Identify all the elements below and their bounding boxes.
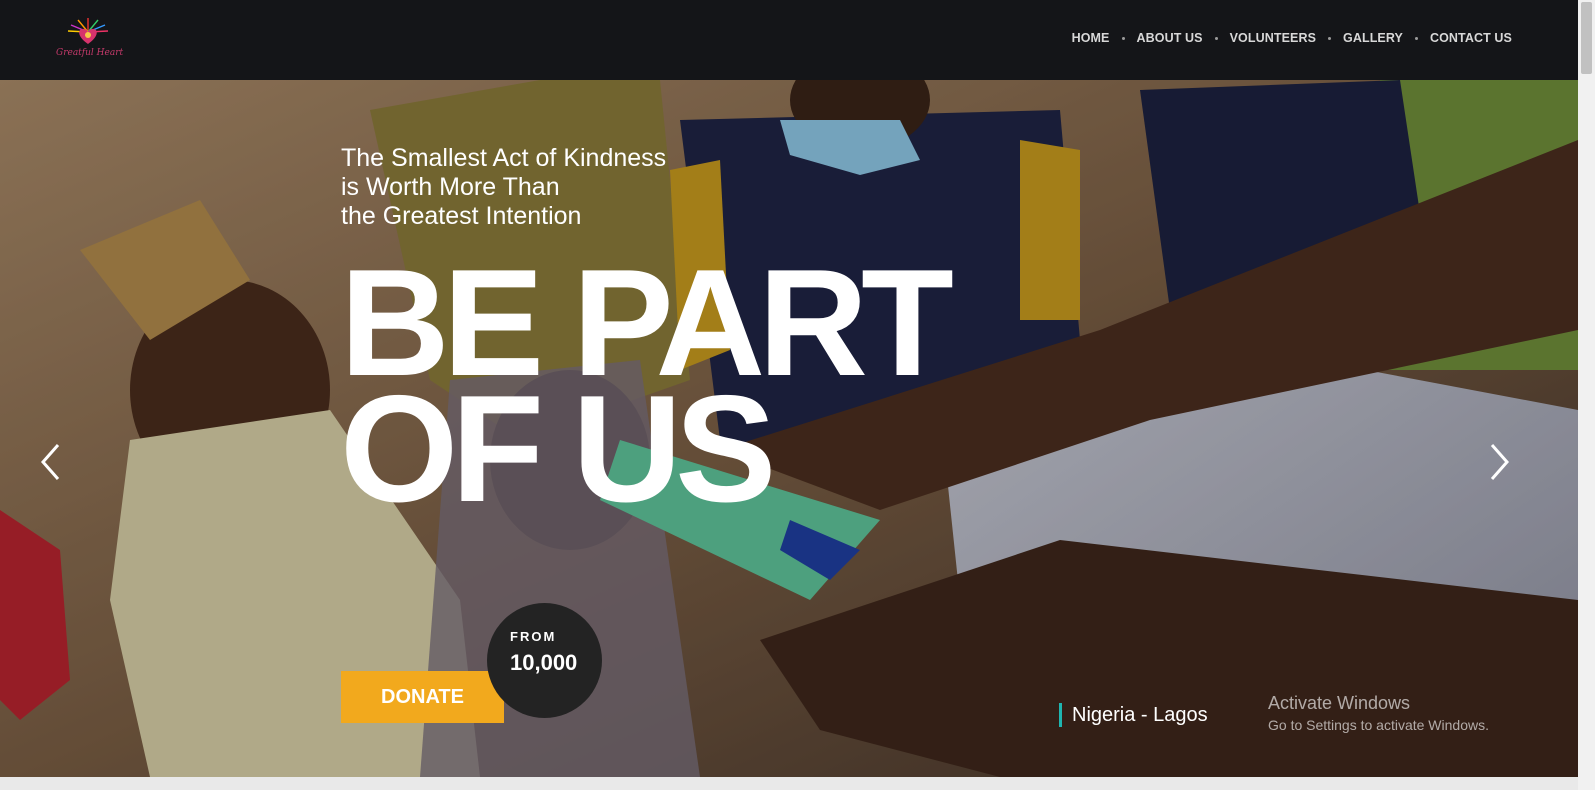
location-label: Nigeria - Lagos xyxy=(1059,703,1208,727)
slider-next-arrow[interactable] xyxy=(1486,442,1512,482)
vertical-scrollbar[interactable] xyxy=(1578,0,1595,790)
nav-separator xyxy=(1328,36,1332,40)
hero-headline: BE PART OF US xyxy=(340,247,954,525)
price-value: 10,000 xyxy=(510,650,578,675)
windows-activation-watermark: Activate Windows Go to Settings to activ… xyxy=(1268,692,1489,735)
nav-separator xyxy=(1214,36,1218,40)
donate-button[interactable]: DONATE xyxy=(341,671,504,723)
scrollbar-thumb[interactable] xyxy=(1581,2,1592,74)
nav-contact-us[interactable]: CONTACT US xyxy=(1430,31,1512,45)
activation-subtitle: Go to Settings to activate Windows. xyxy=(1268,717,1489,733)
hero-tagline: The Smallest Act of Kindness is Worth Mo… xyxy=(341,144,761,231)
chevron-right-icon xyxy=(1490,444,1510,480)
chevron-left-icon xyxy=(40,444,60,480)
page-bottom-strip xyxy=(0,777,1578,790)
nav-about-us[interactable]: ABOUT US xyxy=(1137,31,1203,45)
nav-gallery[interactable]: GALLERY xyxy=(1343,31,1403,45)
price-label: FROM xyxy=(510,629,557,644)
nav-volunteers[interactable]: VOLUNTEERS xyxy=(1230,31,1316,45)
top-navbar: Greatful Heart HOME ABOUT US VOLUNTEERS … xyxy=(0,0,1578,80)
hero-slider: The Smallest Act of Kindness is Worth Mo… xyxy=(0,80,1578,777)
tagline-line: the Greatest Intention xyxy=(341,202,582,230)
main-nav: HOME ABOUT US VOLUNTEERS GALLERY CONTACT… xyxy=(1072,31,1512,45)
nav-separator xyxy=(1414,36,1418,40)
price-badge: FROM 10,000 xyxy=(487,603,602,718)
activation-title: Activate Windows xyxy=(1268,693,1411,713)
nav-home[interactable]: HOME xyxy=(1072,31,1110,45)
slider-prev-arrow[interactable] xyxy=(38,442,64,482)
site-logo[interactable]: Greatful Heart xyxy=(56,16,124,64)
logo-text: Greatful Heart xyxy=(56,48,124,58)
tagline-line: The Smallest Act of Kindness xyxy=(341,144,667,172)
nav-separator xyxy=(1121,36,1125,40)
heart-logo-icon xyxy=(67,18,109,44)
tagline-line: is Worth More Than xyxy=(341,173,560,201)
